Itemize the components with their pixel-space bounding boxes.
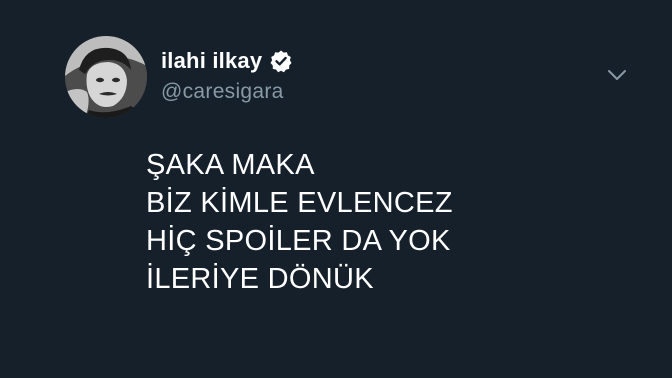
user-handle[interactable]: @caresigara	[161, 80, 284, 104]
tweet-card: ilahi ilkay @caresigara ŞAKA MAKA BİZ Kİ…	[0, 0, 672, 378]
avatar[interactable]	[65, 36, 147, 118]
author-name-row[interactable]: ilahi ilkay	[161, 46, 293, 76]
tweet-line: HİÇ SPOİLER DA YOK	[146, 225, 451, 257]
tweet-line: ŞAKA MAKA	[146, 149, 315, 181]
avatar-photo	[65, 36, 147, 118]
display-name[interactable]: ilahi ilkay	[161, 48, 262, 74]
tweet-line: BİZ KİMLE EVLENCEZ	[146, 187, 453, 219]
chevron-down-icon[interactable]	[604, 64, 630, 86]
tweet-text: ŞAKA MAKA BİZ KİMLE EVLENCEZ HİÇ SPOİLER…	[146, 146, 453, 298]
tweet-line: İLERİYE DÖNÜK	[146, 263, 374, 295]
verified-badge-icon	[269, 49, 293, 73]
